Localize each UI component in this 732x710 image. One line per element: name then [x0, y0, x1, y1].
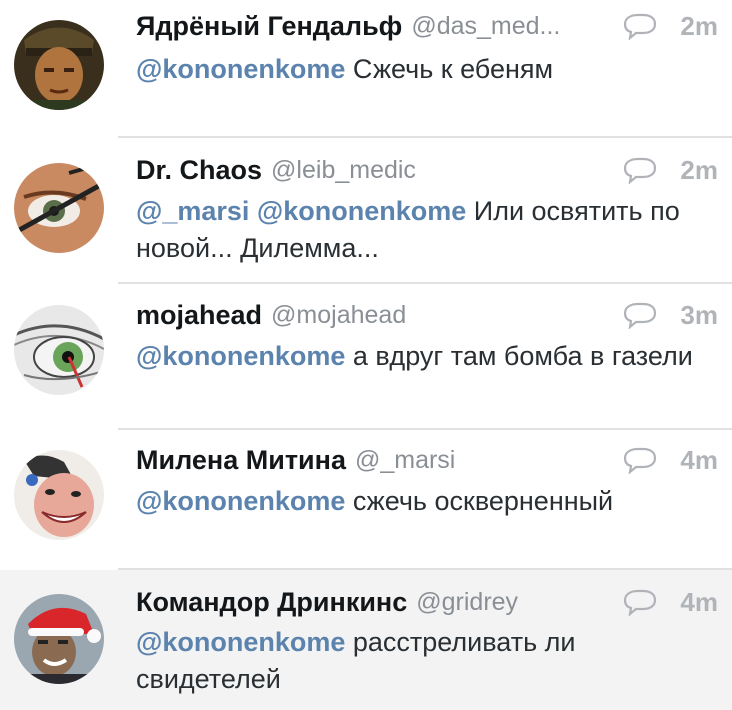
tweet[interactable]: mojahead @mojahead 3m @kononenkome а вдр…	[0, 284, 732, 428]
tweet-text-block: @kononenkome сжечь оскверненный	[136, 483, 708, 520]
author-handle[interactable]: @gridrey	[416, 588, 518, 617]
grinning-face-avatar-icon[interactable]	[14, 450, 104, 540]
tweet-header: Милена Митина @_marsi 4m	[136, 442, 718, 478]
tweet[interactable]: Dr. Chaos @leib_medic 2m @_marsi @konone…	[0, 138, 732, 282]
mention-link[interactable]: @kononenkome	[257, 196, 466, 226]
reply-bubble-icon[interactable]	[622, 446, 658, 474]
tweet-header: mojahead @mojahead 3m	[136, 297, 718, 333]
tweet-text-block: @_marsi @kononenkome Или освятить по нов…	[136, 193, 708, 267]
eye-closeup-avatar-icon[interactable]	[14, 305, 104, 395]
author-name[interactable]: Командор Дринкинс	[136, 587, 407, 618]
mention-link[interactable]: @kononenkome	[136, 54, 345, 84]
tweet[interactable]: Милена Митина @_marsi 4m @kononenkome сж…	[0, 430, 732, 568]
author-name[interactable]: Милена Митина	[136, 445, 346, 476]
tweet[interactable]: Ядрёный Гендальф @das_med... 2m @kononen…	[0, 0, 732, 136]
author-name[interactable]: Ядрёный Гендальф	[136, 11, 402, 42]
tweet-header: Dr. Chaos @leib_medic 2m	[136, 152, 718, 188]
reply-bubble-icon[interactable]	[622, 156, 658, 184]
reply-bubble-icon[interactable]	[622, 12, 658, 40]
tweet-time[interactable]: 2m	[670, 11, 718, 42]
santa-hat-avatar-icon[interactable]	[14, 594, 104, 684]
tweet-header: Командор Дринкинс @gridrey 4m	[136, 584, 718, 620]
tweet-text-block: @kononenkome а вдруг там бомба в газели	[136, 338, 708, 375]
eye-glasses-avatar-icon[interactable]	[14, 163, 104, 253]
tweet-highlighted[interactable]: Командор Дринкинс @gridrey 4m @kononenko…	[0, 570, 732, 710]
tweet-time[interactable]: 4m	[670, 445, 718, 476]
soldier-avatar-icon[interactable]	[14, 20, 104, 110]
mention-link[interactable]: @_marsi	[136, 196, 249, 226]
tweet-feed: Ядрёный Гендальф @das_med... 2m @kononen…	[0, 0, 732, 710]
tweet-time[interactable]: 2m	[670, 155, 718, 186]
reply-bubble-icon[interactable]	[622, 588, 658, 616]
tweet-text-block: @kononenkome расстреливать ли свидетелей	[136, 624, 708, 698]
tweet-time[interactable]: 3m	[670, 300, 718, 331]
mention-link[interactable]: @kononenkome	[136, 341, 345, 371]
author-name[interactable]: mojahead	[136, 300, 262, 331]
author-name[interactable]: Dr. Chaos	[136, 155, 262, 186]
tweet-text: сжечь оскверненный	[352, 486, 614, 516]
tweet-header: Ядрёный Гендальф @das_med... 2m	[136, 8, 718, 44]
author-handle[interactable]: @das_med...	[411, 12, 560, 41]
reply-bubble-icon[interactable]	[622, 301, 658, 329]
mention-link[interactable]: @kononenkome	[136, 486, 345, 516]
tweet-text: а вдруг там бомба в газели	[352, 341, 693, 371]
tweet-text-block: @kononenkome Сжечь к ебеням	[136, 51, 708, 88]
author-handle[interactable]: @mojahead	[271, 301, 406, 330]
mention-link[interactable]: @kononenkome	[136, 627, 345, 657]
author-handle[interactable]: @leib_medic	[271, 156, 416, 185]
author-handle[interactable]: @_marsi	[355, 446, 455, 475]
tweet-time[interactable]: 4m	[670, 587, 718, 618]
tweet-text: Сжечь к ебеням	[352, 54, 554, 84]
